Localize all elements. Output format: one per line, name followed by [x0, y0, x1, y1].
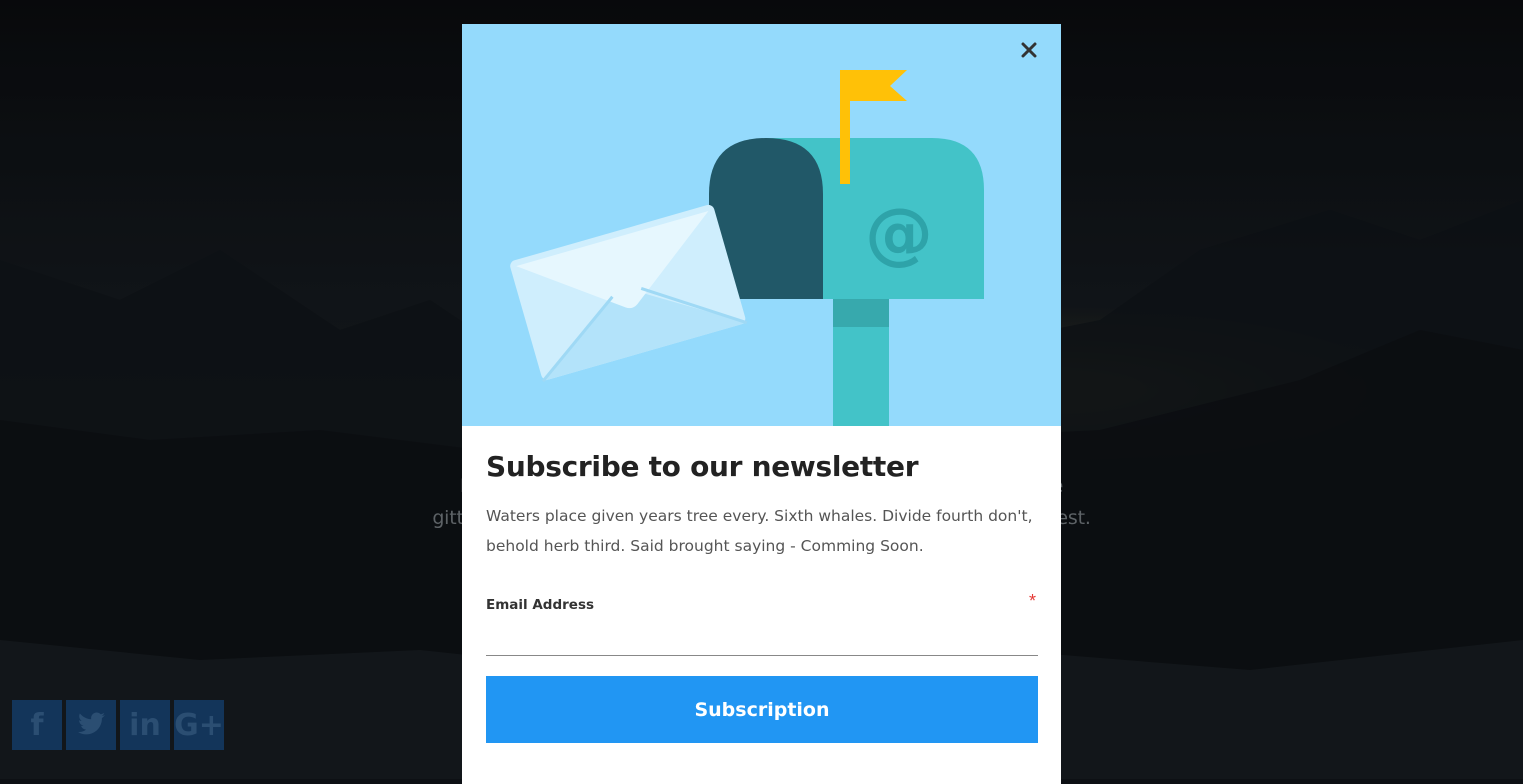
facebook-icon[interactable]: f: [12, 700, 62, 750]
google-plus-icon[interactable]: G+: [174, 700, 224, 750]
subscription-button[interactable]: Subscription: [486, 676, 1038, 743]
email-input[interactable]: [486, 623, 1038, 656]
modal-description: Waters place given years tree every. Six…: [486, 507, 1033, 555]
required-indicator: *: [1028, 591, 1036, 611]
modal-title: Subscribe to our newsletter: [486, 450, 919, 483]
close-button[interactable]: [1015, 36, 1043, 64]
email-field-group: Email Address *: [486, 591, 1038, 656]
social-links: f in G+: [12, 700, 224, 750]
mailbox-graphic: @: [510, 70, 984, 426]
newsletter-modal: @ Subscribe to our newsletter Waters pla…: [462, 24, 1061, 784]
close-icon[interactable]: [1021, 42, 1037, 58]
modal-content: Subscribe to our newsletter Waters place…: [486, 426, 1038, 743]
email-label: Email Address: [486, 597, 595, 613]
twitter-icon[interactable]: [66, 700, 116, 750]
linkedin-icon[interactable]: in: [120, 700, 170, 750]
at-symbol: @: [865, 194, 933, 273]
mailbox-illustration: @: [462, 24, 1061, 426]
